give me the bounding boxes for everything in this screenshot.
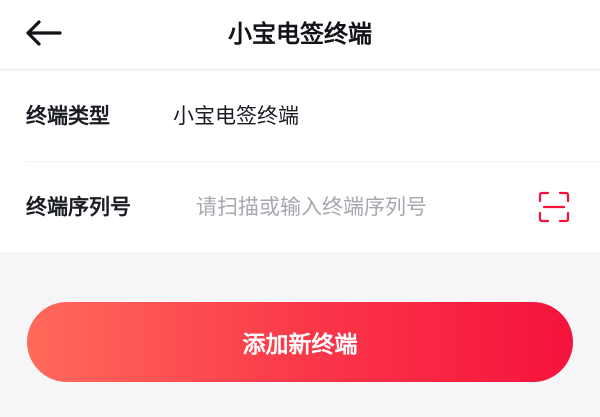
serial-number-label: 终端序列号 xyxy=(26,195,131,219)
nav-header: 小宝电签终端 xyxy=(0,0,600,70)
serial-number-row: 终端序列号 xyxy=(26,162,600,252)
page-title: 小宝电签终端 xyxy=(228,20,372,48)
scan-icon xyxy=(538,191,570,223)
terminal-type-value: 小宝电签终端 xyxy=(173,104,299,128)
terminal-form: 终端类型 小宝电签终端 终端序列号 xyxy=(0,71,600,252)
terminal-type-row: 终端类型 小宝电签终端 xyxy=(26,71,600,162)
terminal-type-label: 终端类型 xyxy=(26,104,110,128)
scan-button[interactable] xyxy=(538,191,570,223)
add-terminal-button[interactable]: 添加新终端 xyxy=(27,302,573,382)
serial-number-input[interactable] xyxy=(196,187,516,227)
